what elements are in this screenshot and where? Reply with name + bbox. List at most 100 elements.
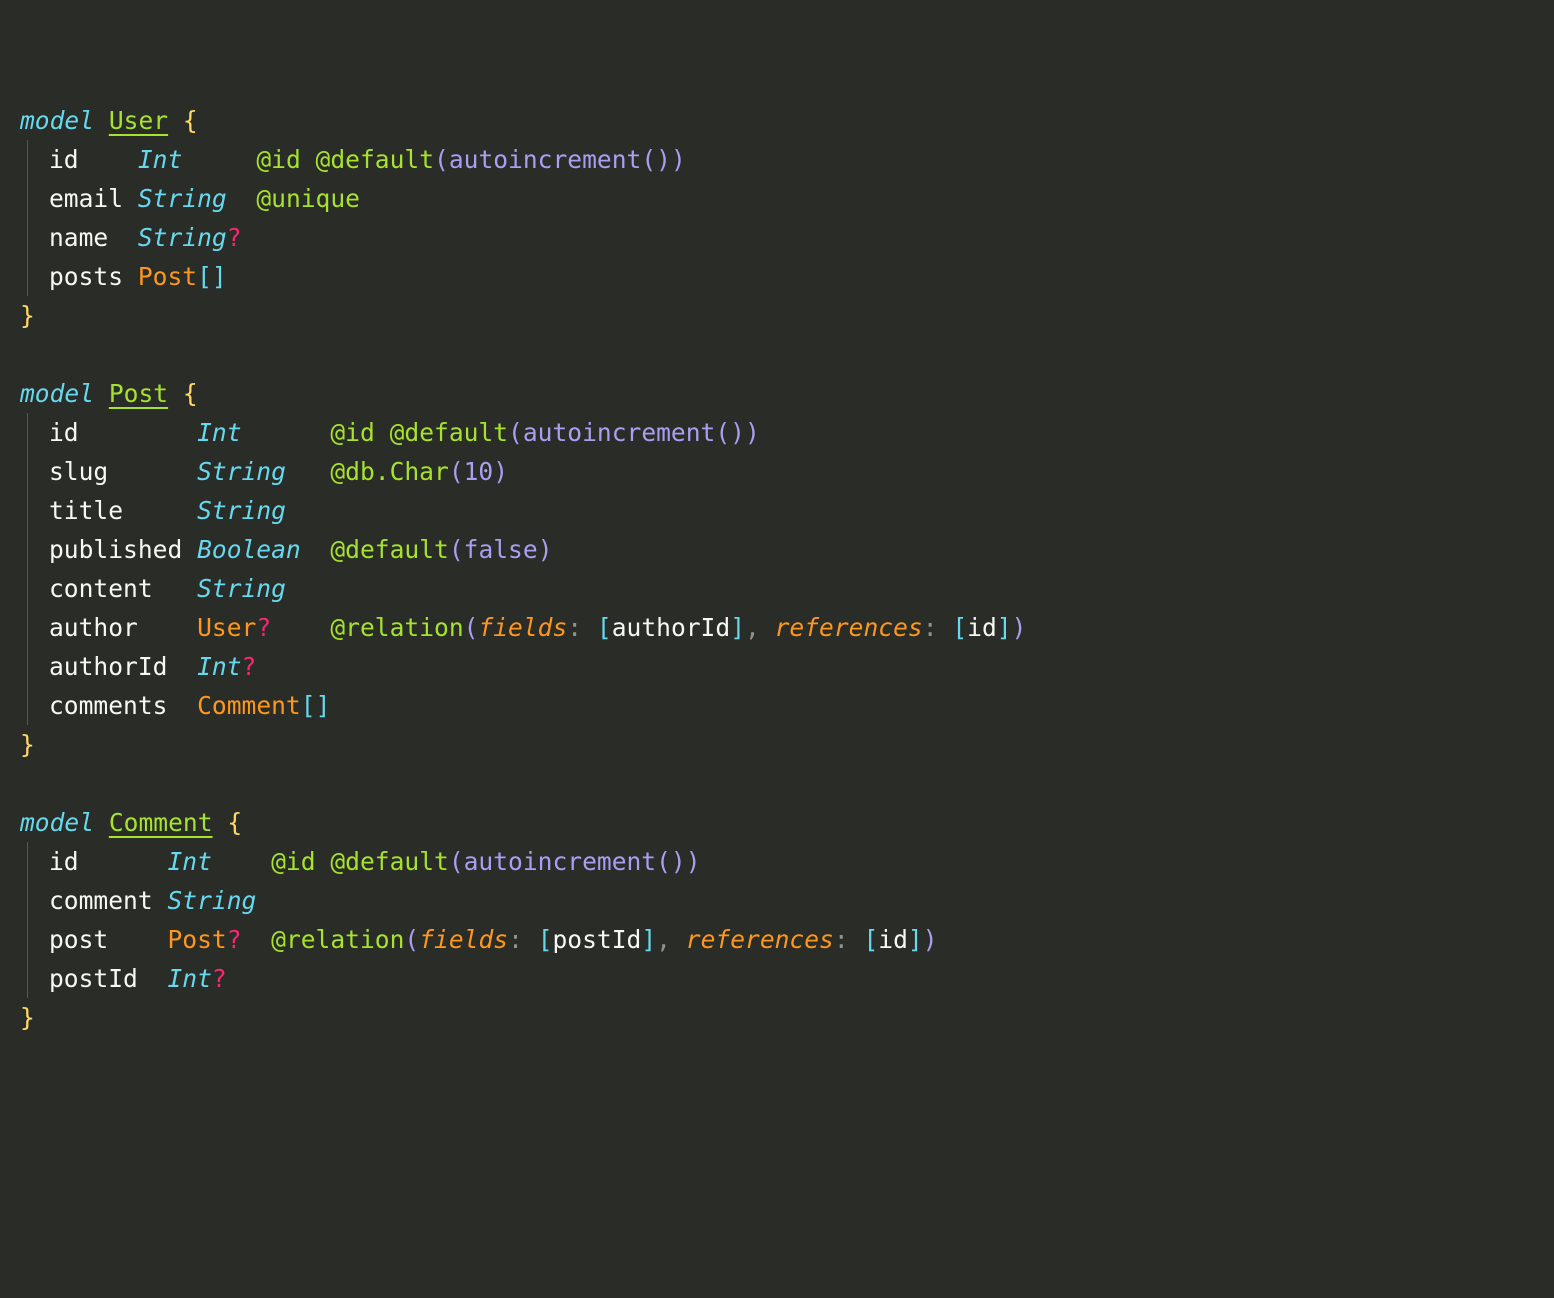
paren-close: )	[671, 145, 686, 174]
ref-id: id	[967, 613, 997, 642]
fn-autoincrement: autoincrement()	[464, 847, 686, 876]
paren-open: (	[508, 418, 523, 447]
literal-10: 10	[464, 457, 494, 486]
array-open: [	[301, 691, 316, 720]
optional-marker: ?	[227, 925, 242, 954]
array-close: ]	[212, 262, 227, 291]
attr-id-default: @id @default	[256, 145, 434, 174]
paren-close: )	[538, 535, 553, 564]
field-published: published	[49, 535, 182, 564]
attr-id-default: @id @default	[330, 418, 508, 447]
literal-false: false	[464, 535, 538, 564]
optional-marker: ?	[212, 964, 227, 993]
paren-open: (	[449, 847, 464, 876]
bracket-close: ]	[641, 925, 656, 954]
array-close: ]	[316, 691, 331, 720]
brace-close: }	[20, 301, 35, 330]
optional-marker: ?	[256, 613, 271, 642]
type-string: String	[197, 457, 286, 486]
colon: :	[567, 613, 582, 642]
type-int: Int	[197, 418, 241, 447]
bracket-close: ]	[997, 613, 1012, 642]
brace-close: }	[20, 730, 35, 759]
field-name: name	[49, 223, 108, 252]
optional-marker: ?	[242, 652, 257, 681]
brace-close: }	[20, 1003, 35, 1032]
bracket-open: [	[538, 925, 553, 954]
attr-default: @default	[330, 535, 448, 564]
brace-open: {	[183, 106, 198, 135]
field-id: id	[49, 418, 79, 447]
colon: :	[834, 925, 849, 954]
colon: :	[508, 925, 523, 954]
model-name-comment: Comment	[109, 808, 213, 837]
ref-authorid: authorId	[612, 613, 730, 642]
comma: ,	[745, 613, 760, 642]
paren-close: )	[493, 457, 508, 486]
attr-id-default: @id @default	[271, 847, 449, 876]
paren-close: )	[923, 925, 938, 954]
keyword-model: model	[20, 808, 94, 837]
optional-marker: ?	[227, 223, 242, 252]
type-int: Int	[197, 652, 241, 681]
arg-references: references	[686, 925, 834, 954]
bracket-open: [	[952, 613, 967, 642]
paren-open: (	[449, 457, 464, 486]
field-content: content	[49, 574, 153, 603]
brace-open: {	[227, 808, 242, 837]
bracket-close: ]	[730, 613, 745, 642]
ref-id: id	[878, 925, 908, 954]
field-author: author	[49, 613, 138, 642]
code-block: model User { id Int @id @default(autoinc…	[20, 101, 1534, 1037]
field-comment: comment	[49, 886, 153, 915]
paren-open: (	[449, 535, 464, 564]
bracket-open: [	[597, 613, 612, 642]
attr-unique: @unique	[256, 184, 360, 213]
field-id: id	[49, 145, 79, 174]
paren-close: )	[1012, 613, 1027, 642]
arg-fields: fields	[419, 925, 508, 954]
arg-fields: fields	[478, 613, 567, 642]
paren-open: (	[404, 925, 419, 954]
array-open: [	[197, 262, 212, 291]
keyword-model: model	[20, 106, 94, 135]
bracket-open: [	[863, 925, 878, 954]
type-post-ref: Post	[138, 262, 197, 291]
attr-relation: @relation	[271, 925, 404, 954]
post-body: id Int @id @default(autoincrement()) slu…	[27, 413, 1026, 725]
fn-autoincrement: autoincrement()	[449, 145, 671, 174]
model-name-post: Post	[109, 379, 168, 408]
type-int: Int	[138, 145, 182, 174]
field-title: title	[49, 496, 123, 525]
type-string: String	[138, 184, 227, 213]
type-comment-ref: Comment	[197, 691, 301, 720]
field-post: post	[49, 925, 108, 954]
paren-close: )	[686, 847, 701, 876]
field-comments: comments	[49, 691, 167, 720]
colon: :	[923, 613, 938, 642]
type-user-ref: User	[197, 613, 256, 642]
comma: ,	[656, 925, 671, 954]
type-string: String	[197, 574, 286, 603]
comment-body: id Int @id @default(autoincrement()) com…	[27, 842, 938, 998]
field-id: id	[49, 847, 79, 876]
type-int: Int	[167, 964, 211, 993]
field-authorid: authorId	[49, 652, 167, 681]
paren-open: (	[434, 145, 449, 174]
type-string: String	[167, 886, 256, 915]
type-string: String	[138, 223, 227, 252]
keyword-model: model	[20, 379, 94, 408]
brace-open: {	[183, 379, 198, 408]
field-email: email	[49, 184, 123, 213]
paren-close: )	[745, 418, 760, 447]
fn-autoincrement: autoincrement()	[523, 418, 745, 447]
type-post-ref: Post	[167, 925, 226, 954]
user-body: id Int @id @default(autoincrement()) ema…	[27, 140, 686, 296]
arg-references: references	[775, 613, 923, 642]
field-posts: posts	[49, 262, 123, 291]
paren-open: (	[464, 613, 479, 642]
ref-postid: postId	[553, 925, 642, 954]
type-boolean: Boolean	[197, 535, 301, 564]
attr-db-char: @db.Char	[330, 457, 448, 486]
field-postid: postId	[49, 964, 138, 993]
